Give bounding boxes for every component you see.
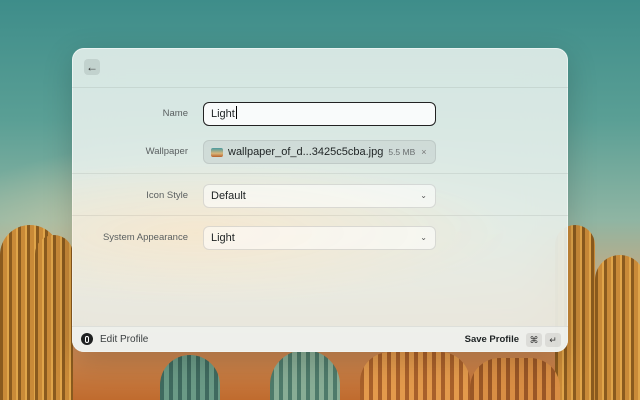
text-caret — [235, 106, 237, 119]
wallpaper-cactus — [470, 358, 560, 400]
command-key-icon: ⌘ — [526, 333, 542, 347]
wallpaper-cactus — [35, 235, 73, 400]
icon-style-label: Icon Style — [146, 190, 188, 201]
footer-title: Edit Profile — [100, 334, 149, 345]
wallpaper-file-name: wallpaper_of_d...3425c5cba.jpg — [228, 146, 384, 158]
system-appearance-value: Light — [211, 232, 235, 244]
wallpaper-cactus — [160, 355, 220, 400]
edit-profile-window: ← Name Light Wallpaper wallpaper_of_d...… — [72, 48, 568, 352]
icon-style-value: Default — [211, 190, 246, 202]
wallpaper-cactus — [270, 350, 340, 400]
section-divider — [72, 173, 568, 174]
wallpaper-row: Wallpaper wallpaper_of_d...3425c5cba.jpg… — [72, 140, 568, 182]
chevron-down-icon: ⌄ — [420, 233, 427, 242]
icon-style-row: Icon Style Default ⌄ — [72, 184, 568, 226]
wallpaper-label: Wallpaper — [145, 146, 188, 157]
window-footer: Edit Profile Save Profile ⌘ ↵ — [72, 326, 568, 352]
wallpaper-cactus — [360, 352, 470, 400]
wallpaper-cactus — [595, 255, 640, 400]
wallpaper-file-chip[interactable]: wallpaper_of_d...3425c5cba.jpg 5.5 MB × — [203, 140, 436, 164]
image-thumbnail-icon — [211, 147, 223, 157]
system-appearance-select[interactable]: Light ⌄ — [203, 226, 436, 250]
save-profile-button[interactable]: Save Profile — [465, 327, 519, 352]
profile-icon — [81, 333, 93, 345]
system-appearance-label: System Appearance — [102, 232, 188, 243]
remove-file-icon[interactable]: × — [421, 147, 426, 157]
icon-style-select[interactable]: Default ⌄ — [203, 184, 436, 208]
name-input[interactable]: Light — [203, 102, 436, 126]
name-input-value: Light — [211, 108, 235, 120]
wallpaper-file-size: 5.5 MB — [388, 147, 416, 157]
system-appearance-row: System Appearance Light ⌄ — [72, 226, 568, 268]
back-button[interactable]: ← — [84, 59, 100, 75]
name-label: Name — [162, 108, 188, 119]
arrow-left-icon: ← — [86, 60, 98, 74]
window-toolbar: ← — [72, 48, 568, 88]
chevron-down-icon: ⌄ — [420, 191, 427, 200]
section-divider — [72, 215, 568, 216]
return-key-icon: ↵ — [545, 333, 561, 347]
name-row: Name Light — [72, 102, 568, 144]
